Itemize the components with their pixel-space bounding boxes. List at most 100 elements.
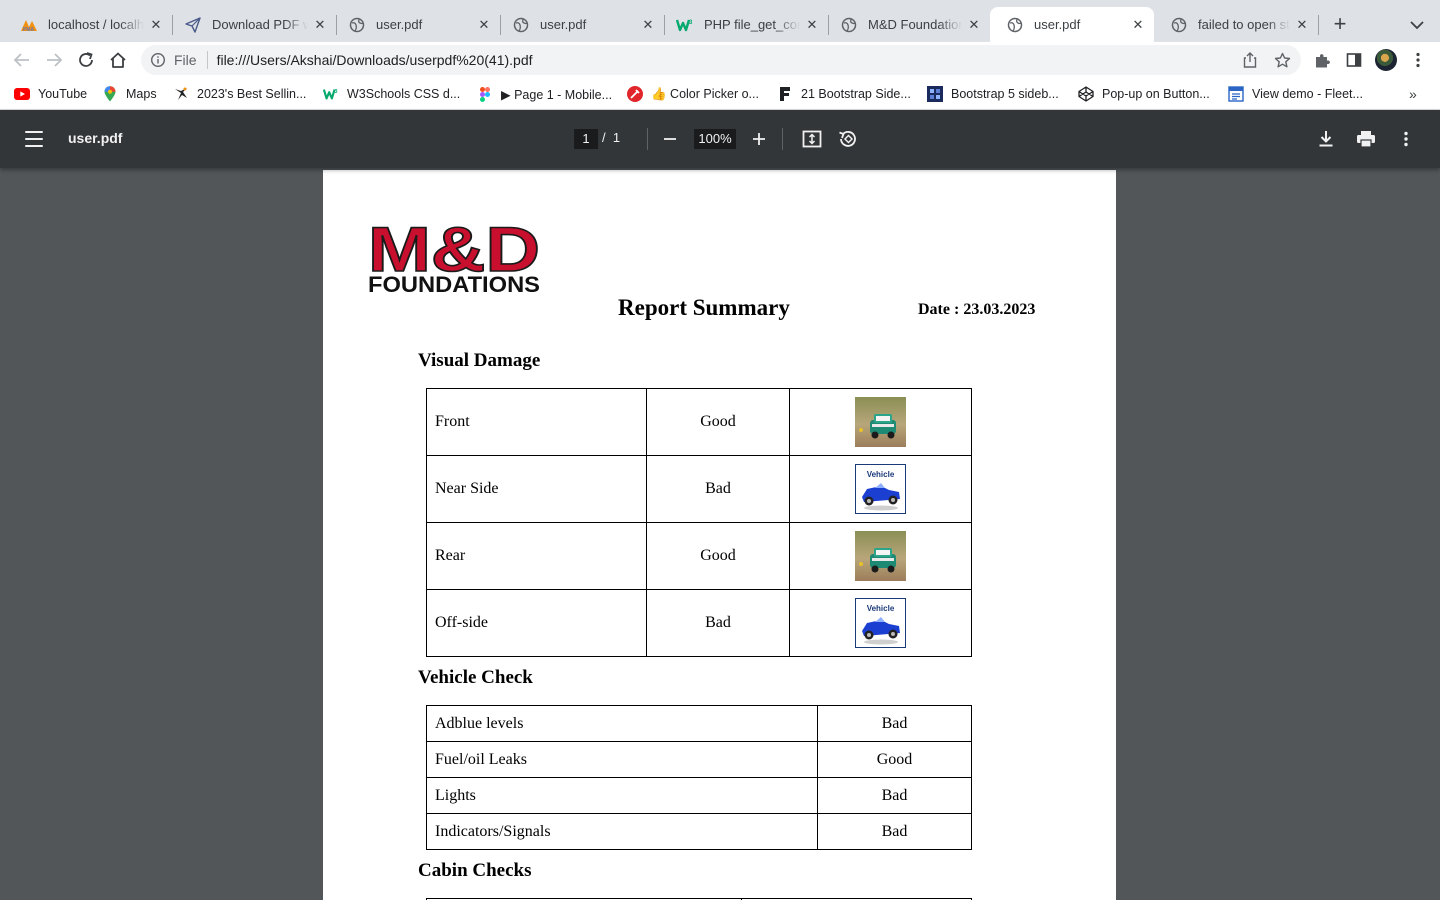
omnibox-divider: [206, 51, 208, 69]
bookmark-star-icon[interactable]: [1273, 51, 1291, 69]
url-text[interactable]: file:///Users/Akshai/Downloads/userpdf%2…: [217, 52, 533, 68]
blue-car-photo: Vehicle: [855, 464, 906, 514]
pdf-viewer-toolbar: user.pdf 1 / 1 100%: [0, 110, 1440, 168]
tab-download-pdf[interactable]: Download PDF with ✕: [168, 7, 336, 42]
table-row: Rear Good: [426, 522, 972, 590]
tab-title: M&D Foundations: [868, 17, 962, 32]
table-row: Adblue levels Bad: [426, 705, 972, 742]
bookmark-w3schools[interactable]: 3 W3Schools CSS d...: [323, 85, 460, 103]
table-row: Off-side Bad Vehicle: [426, 589, 972, 657]
zoom-out-button[interactable]: [658, 127, 682, 151]
close-tab-icon[interactable]: ✕: [476, 17, 492, 33]
side-panel-icon[interactable]: [1344, 50, 1364, 70]
pdf-viewport[interactable]: M&D FOUNDATIONS Report Summary Date : 23…: [0, 168, 1440, 900]
tab-search-chevron-icon[interactable]: [1406, 14, 1428, 36]
status-cell: Bad: [646, 589, 790, 657]
forward-arrow-icon: [47, 53, 63, 67]
svg-text:Vehicle: Vehicle: [867, 470, 895, 479]
zoom-in-button[interactable]: [747, 127, 771, 151]
zoom-level-input[interactable]: 100%: [694, 129, 736, 149]
toolbar-divider: [647, 128, 648, 150]
profile-avatar[interactable]: [1375, 49, 1397, 71]
address-bar[interactable]: File file:///Users/Akshai/Downloads/user…: [141, 45, 1301, 75]
tab-failed-to-open[interactable]: failed to open stream ✕: [1154, 7, 1318, 42]
tab-localhost[interactable]: PMA localhost / localhost ✕: [4, 7, 172, 42]
rotate-button[interactable]: [836, 127, 860, 151]
back-arrow-icon: [13, 53, 29, 67]
tab-title: localhost / localhost: [48, 17, 144, 32]
tab-php-file-get-contents[interactable]: 3 PHP file_get_contents ✕: [660, 7, 828, 42]
vehicle-check-table: Adblue levels Bad Fuel/oil Leaks Good Li…: [426, 705, 972, 850]
bookmark-color-picker[interactable]: 👍 Color Picker o...: [627, 85, 759, 103]
tab-md-foundations[interactable]: M&D Foundations ✕: [824, 7, 990, 42]
bookmark-fleet-demo[interactable]: View demo - Fleet...: [1228, 85, 1363, 103]
new-tab-button[interactable]: +: [1329, 11, 1351, 36]
tab-title: user.pdf: [540, 17, 587, 32]
tab-user-pdf-1[interactable]: user.pdf ✕: [332, 7, 500, 42]
more-vertical-icon: [1404, 131, 1408, 147]
photo-cell: [789, 522, 972, 590]
tab-user-pdf-2[interactable]: user.pdf ✕: [496, 7, 664, 42]
bookmark-bootstrap-sidebars[interactable]: 21 Bootstrap Side...: [777, 85, 911, 103]
info-icon[interactable]: [150, 52, 166, 68]
youtube-icon: [14, 86, 30, 102]
back-button[interactable]: [9, 47, 35, 73]
photo-cell: [789, 388, 972, 456]
bookmarks-bar: YouTube Maps 2023's Best Sellin... 3 W3S…: [0, 78, 1440, 110]
chrome-menu-icon[interactable]: [1408, 50, 1428, 70]
codepen-icon: [1078, 86, 1094, 102]
close-tab-icon[interactable]: ✕: [148, 17, 164, 33]
fit-to-page-button[interactable]: [800, 127, 824, 151]
close-tab-icon[interactable]: ✕: [1130, 17, 1146, 33]
status-cell: Bad: [817, 813, 972, 850]
globe-icon: [348, 16, 366, 34]
print-button[interactable]: [1354, 127, 1378, 151]
close-tab-icon[interactable]: ✕: [640, 17, 656, 33]
bookmark-bootstrap-5[interactable]: Bootstrap 5 sideb...: [927, 85, 1059, 103]
area-cell: Rear: [426, 522, 647, 590]
report-title: Report Summary: [618, 295, 790, 320]
status-cell: Bad: [817, 705, 972, 742]
bookmark-figma-page[interactable]: ▶ Page 1 - Mobile...: [477, 85, 612, 103]
close-tab-icon[interactable]: ✕: [966, 17, 982, 33]
forward-button[interactable]: [41, 47, 67, 73]
w3-icon: 3: [676, 16, 694, 34]
reload-button[interactable]: [73, 47, 99, 73]
maps-pin-icon: [102, 86, 118, 102]
visual-damage-heading: Visual Damage: [418, 350, 541, 371]
page-number-input[interactable]: 1: [574, 129, 598, 149]
share-icon[interactable]: [1241, 51, 1259, 69]
bookmark-youtube[interactable]: YouTube: [14, 85, 87, 103]
bookmark-maps[interactable]: Maps: [102, 85, 157, 103]
bookmark-label: ▶ Page 1 - Mobile...: [501, 87, 613, 102]
close-tab-icon[interactable]: ✕: [1294, 17, 1310, 33]
home-button[interactable]: [105, 47, 131, 73]
visual-damage-table: Front Good Near Side Bad Vehicle Rear Go…: [426, 388, 972, 657]
bookmark-popup-button[interactable]: Pop-up on Button...: [1078, 85, 1210, 103]
bookmark-best-sellers[interactable]: 2023's Best Sellin...: [173, 85, 306, 103]
bookmark-label: Bootstrap 5 sideb...: [951, 87, 1059, 101]
check-item-cell: Indicators/Signals: [426, 813, 818, 850]
table-row: Lights Bad: [426, 777, 972, 814]
status-cell: Bad: [817, 777, 972, 814]
globe-icon: [1170, 16, 1188, 34]
extensions-puzzle-icon[interactable]: [1312, 50, 1332, 70]
area-cell: Front: [426, 388, 647, 456]
more-actions-button[interactable]: [1394, 127, 1418, 151]
tab-user-pdf-active[interactable]: user.pdf ✕: [990, 7, 1154, 42]
status-cell: Bad: [646, 455, 790, 523]
download-button[interactable]: [1314, 127, 1338, 151]
check-item-cell: Adblue levels: [426, 705, 818, 742]
download-icon: [1319, 131, 1333, 147]
check-item-cell: Lights: [426, 777, 818, 814]
color-picker-icon: [627, 86, 643, 102]
company-logo: M&D FOUNDATIONS: [368, 215, 541, 295]
vehicle-check-heading: Vehicle Check: [418, 667, 533, 688]
minus-icon: [664, 138, 676, 140]
browser-toolbar: File file:///Users/Akshai/Downloads/user…: [0, 42, 1440, 78]
close-tab-icon[interactable]: ✕: [312, 17, 328, 33]
tab-title: user.pdf: [376, 17, 423, 32]
bookmarks-overflow-chevron-icon[interactable]: »: [1409, 86, 1417, 102]
close-tab-icon[interactable]: ✕: [804, 17, 820, 33]
pdf-sidebar-menu-icon[interactable]: [22, 128, 46, 150]
